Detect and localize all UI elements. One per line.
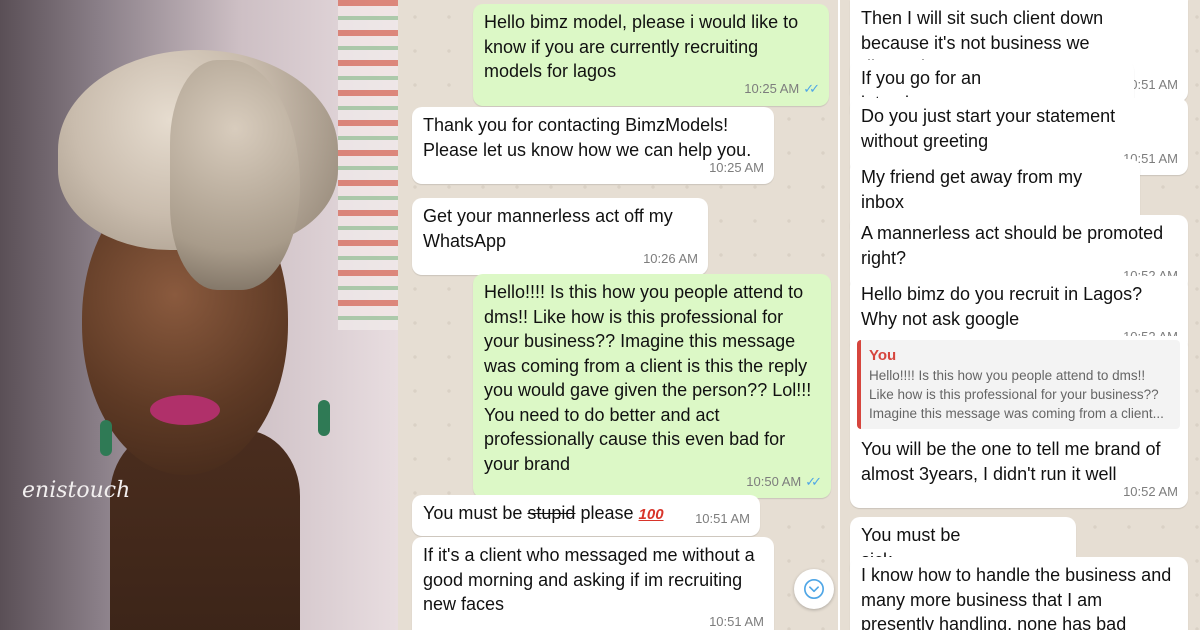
background-lights (338, 0, 398, 330)
earring-left (100, 420, 112, 456)
photo-watermark: enistouch (22, 478, 131, 503)
message-bubble[interactable]: Hello!!!! Is this how you people attend … (473, 274, 831, 498)
photo-lips (150, 395, 220, 425)
message-bubble[interactable]: You Hello!!!! Is this how you people att… (850, 336, 1188, 508)
message-time: 10:50 AM (746, 473, 802, 489)
message-text: I know how to handle the business and ma… (861, 565, 1172, 630)
message-bubble[interactable]: Thank you for contacting BimzModels! Ple… (412, 107, 774, 184)
chat-screenshot-right: Then I will sit such client down because… (838, 0, 1200, 630)
quoted-reply[interactable]: You Hello!!!! Is this how you people att… (857, 340, 1180, 429)
message-time: 10:52 AM (1123, 483, 1178, 499)
message-time: 10:26 AM (643, 250, 698, 266)
message-time: 10:51 AM (709, 614, 764, 629)
message-bubble[interactable]: I know how to handle the business and ma… (850, 557, 1188, 630)
scroll-to-bottom-button[interactable] (794, 569, 834, 609)
message-bubble[interactable]: Get your mannerless act off my WhatsApp … (412, 198, 708, 275)
chevron-down-icon (804, 579, 824, 599)
message-bubble[interactable]: If it's a client who messaged me without… (412, 537, 774, 630)
message-bubble[interactable]: Hello bimz model, please i would like to… (473, 4, 829, 106)
message-time: 10:25 AM (744, 81, 800, 96)
hundred-points-emoji: 100 (638, 506, 664, 523)
read-receipt-icon: ✓✓ (805, 473, 822, 489)
message-text: Hello!!!! Is this how you people attend … (484, 282, 812, 474)
message-time: 10:25 AM (709, 159, 764, 175)
message-time: 10:51 AM (695, 511, 750, 526)
read-receipt-icon: ✓✓ (803, 81, 820, 96)
chat-screenshot-left: Hello bimz model, please i would like to… (398, 0, 838, 630)
message-text: If it's a client who messaged me without… (423, 545, 755, 614)
quoted-author: You (869, 347, 897, 364)
message-bubble[interactable]: You must be stupid please 100 10:51 AM (412, 495, 760, 536)
quoted-text: Hello!!!! Is this how you people attend … (869, 368, 1164, 421)
profile-photo: enistouch (0, 0, 398, 630)
earring-right (318, 400, 330, 436)
struck-word: stupid (527, 503, 576, 523)
message-text: Hello bimz model, please i would like to… (484, 12, 799, 81)
